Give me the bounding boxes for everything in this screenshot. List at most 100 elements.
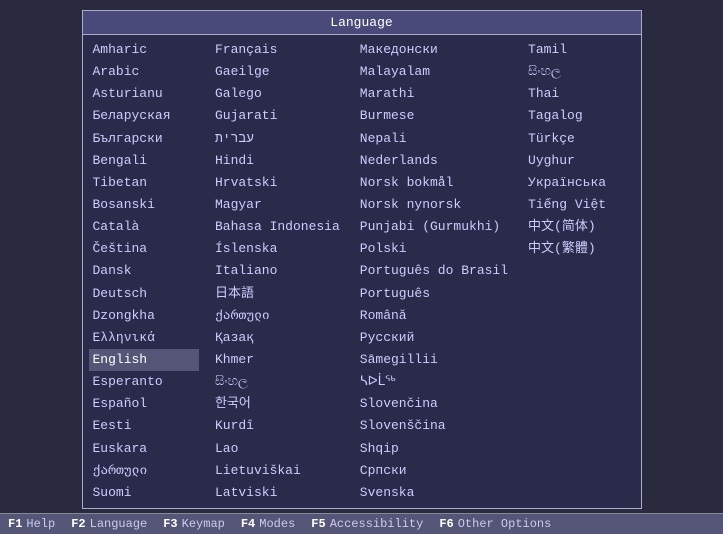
language-item[interactable]: ქართული xyxy=(89,460,199,482)
language-item[interactable]: English xyxy=(89,349,199,371)
language-item[interactable]: Português do Brasil xyxy=(356,260,512,282)
language-item[interactable]: Беларуская xyxy=(89,105,199,127)
footer-label: Language xyxy=(90,517,148,531)
language-item[interactable]: Français xyxy=(211,39,344,61)
language-item[interactable]: Khmer xyxy=(211,349,344,371)
footer-item-f6[interactable]: F6 Other Options xyxy=(439,517,551,531)
language-item[interactable]: Nepali xyxy=(356,128,512,150)
footer-item-f4[interactable]: F4 Modes xyxy=(241,517,295,531)
footer-key: F1 xyxy=(8,517,22,531)
language-item[interactable]: Marathi xyxy=(356,83,512,105)
language-item[interactable]: Tagalog xyxy=(524,105,634,127)
footer-label: Modes xyxy=(259,517,295,531)
language-item[interactable]: Italiano xyxy=(211,260,344,282)
language-item[interactable]: 中文(繁體) xyxy=(524,238,634,260)
language-item[interactable]: Македонски xyxy=(356,39,512,61)
footer-bar: F1 Help F2 Language F3 Keymap F4 Modes F5 Accessi… xyxy=(0,513,723,534)
language-item[interactable]: Tibetan xyxy=(89,172,199,194)
language-item[interactable]: Türkçe xyxy=(524,128,634,150)
language-item[interactable]: Русский xyxy=(356,327,512,349)
language-item[interactable]: Svenska xyxy=(356,482,512,504)
footer-key: F5 xyxy=(311,517,325,531)
language-item[interactable]: Bosanski xyxy=(89,194,199,216)
language-item[interactable]: Deutsch xyxy=(89,283,199,305)
language-item[interactable]: Slovenčina xyxy=(356,393,512,415)
language-item[interactable]: Lietuviškai xyxy=(211,460,344,482)
language-item[interactable]: Dzongkha xyxy=(89,305,199,327)
footer-key: F2 xyxy=(71,517,85,531)
language-item[interactable]: 中文(简体) xyxy=(524,216,634,238)
language-item[interactable]: Esperanto xyxy=(89,371,199,393)
language-item[interactable]: Português xyxy=(356,283,512,305)
language-item[interactable]: Malayalam xyxy=(356,61,512,83)
language-item[interactable]: Latviski xyxy=(211,482,344,504)
language-item[interactable]: Slovenščina xyxy=(356,415,512,437)
language-item[interactable]: Norsk nynorsk xyxy=(356,194,512,216)
language-item[interactable]: Suomi xyxy=(89,482,199,504)
language-item[interactable]: Burmese xyxy=(356,105,512,127)
language-item[interactable]: Tiếng Việt xyxy=(524,194,634,216)
language-item[interactable]: Čeština xyxy=(89,238,199,260)
language-item[interactable]: Română xyxy=(356,305,512,327)
footer-label: Accessibility xyxy=(330,517,424,531)
language-item[interactable]: Українська xyxy=(524,172,634,194)
language-item[interactable]: Shqip xyxy=(356,438,512,460)
language-item[interactable]: Lao xyxy=(211,438,344,460)
language-item[interactable]: සිංහල xyxy=(211,371,344,393)
language-item[interactable]: עברית xyxy=(211,128,344,150)
footer-item-f2[interactable]: F2 Language xyxy=(71,517,147,531)
language-item[interactable]: සිංහල xyxy=(524,61,634,83)
language-item[interactable]: Arabic xyxy=(89,61,199,83)
language-item[interactable]: Bahasa Indonesia xyxy=(211,216,344,238)
language-item[interactable]: Gaeilge xyxy=(211,61,344,83)
language-item[interactable]: Hrvatski xyxy=(211,172,344,194)
language-item[interactable]: Dansk xyxy=(89,260,199,282)
language-item[interactable]: Nederlands xyxy=(356,150,512,172)
language-item[interactable]: Српски xyxy=(356,460,512,482)
language-item[interactable]: Hindi xyxy=(211,150,344,172)
footer-label: Help xyxy=(26,517,55,531)
lang-col-0: AmharicArabicAsturianuБеларускаяБългарск… xyxy=(83,35,205,508)
language-item[interactable]: Magyar xyxy=(211,194,344,216)
language-item[interactable]: Български xyxy=(89,128,199,150)
footer-key: F6 xyxy=(439,517,453,531)
footer-label: Other Options xyxy=(458,517,552,531)
language-item[interactable]: Thai xyxy=(524,83,634,105)
language-item[interactable]: Amharic xyxy=(89,39,199,61)
language-item[interactable]: Norsk bokmål xyxy=(356,172,512,194)
language-dialog: Language AmharicArabicAsturianuБеларуска… xyxy=(82,10,642,509)
language-item[interactable]: 日本語 xyxy=(211,283,344,305)
footer-item-f1[interactable]: F1 Help xyxy=(8,517,55,531)
footer-item-f5[interactable]: F5 Accessibility xyxy=(311,517,423,531)
language-item[interactable]: Kurdî xyxy=(211,415,344,437)
language-item[interactable]: Sāmegillii xyxy=(356,349,512,371)
language-item[interactable]: Euskara xyxy=(89,438,199,460)
language-item[interactable]: Español xyxy=(89,393,199,415)
language-item[interactable]: Asturianu xyxy=(89,83,199,105)
language-item[interactable]: Eesti xyxy=(89,415,199,437)
language-item[interactable]: Tamil xyxy=(524,39,634,61)
lang-col-3: TamilසිංහලThaiTagalogTürkçeUyghurУкраїнс… xyxy=(518,35,640,508)
footer-key: F4 xyxy=(241,517,255,531)
lang-col-1: FrançaisGaeilgeGalegoGujaratiעבריתHindiH… xyxy=(205,35,350,508)
footer-label: Keymap xyxy=(182,517,225,531)
language-item[interactable]: 한국어 xyxy=(211,393,344,415)
language-item[interactable]: Íslenska xyxy=(211,238,344,260)
dialog-title: Language xyxy=(83,11,641,35)
language-item[interactable]: Català xyxy=(89,216,199,238)
language-item[interactable]: Uyghur xyxy=(524,150,634,172)
language-item[interactable]: Galego xyxy=(211,83,344,105)
language-grid: AmharicArabicAsturianuБеларускаяБългарск… xyxy=(83,35,641,508)
language-item[interactable]: Bengali xyxy=(89,150,199,172)
language-item[interactable]: ᓴᐅᒫᖅ xyxy=(356,371,512,393)
language-item[interactable] xyxy=(524,280,634,282)
language-item[interactable]: ქართული xyxy=(211,305,344,327)
language-item[interactable]: Polski xyxy=(356,238,512,260)
language-item[interactable]: Ελληνικά xyxy=(89,327,199,349)
main-area: Language AmharicArabicAsturianuБеларуска… xyxy=(0,0,723,513)
language-item[interactable]: Қазақ xyxy=(211,327,344,349)
footer-item-f3[interactable]: F3 Keymap xyxy=(163,517,225,531)
language-item[interactable]: Gujarati xyxy=(211,105,344,127)
language-item[interactable]: Punjabi (Gurmukhi) xyxy=(356,216,512,238)
footer-key: F3 xyxy=(163,517,177,531)
